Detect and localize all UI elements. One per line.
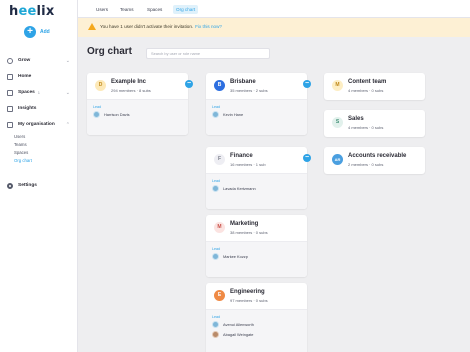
sidebar-item-my-organisation[interactable]: My organisation ⌃: [0, 119, 78, 130]
lead-label: Lead: [212, 247, 220, 251]
collapse-toggle-icon[interactable]: −: [185, 80, 193, 88]
avatar: [93, 111, 100, 118]
team-avatar: E: [214, 290, 225, 301]
sidebar: heelix + Add Grow ⌄ Home Spaces 1 ⌄ Insi…: [0, 0, 78, 352]
team-meta: 16 members · 1 sub: [230, 162, 266, 167]
chevron-down-icon[interactable]: ⌄: [66, 90, 70, 96]
org-card-sales[interactable]: S Sales 4 members · 0 subs: [324, 110, 425, 137]
team-meta: 4 members · 0 subs: [348, 125, 384, 130]
avatar: [212, 111, 219, 118]
org-card-content-team[interactable]: M Content team 4 members · 0 subs: [324, 73, 425, 100]
team-avatar: M: [214, 222, 225, 233]
lead-person[interactable]: Lavada Kertzmann: [212, 185, 256, 192]
sidebar-item-insights[interactable]: Insights: [0, 103, 78, 114]
chevron-up-icon[interactable]: ⌃: [66, 122, 70, 128]
tab-teams[interactable]: Teams: [117, 5, 137, 14]
avatar: [212, 331, 219, 338]
organisation-icon: [7, 121, 13, 128]
collapse-toggle-icon[interactable]: −: [303, 80, 311, 88]
team-meta: 38 members · 0 subs: [230, 230, 268, 235]
sidebar-item-home[interactable]: Home: [0, 71, 78, 82]
lead-person[interactable]: Harrison Davis: [93, 111, 130, 118]
lead-person[interactable]: Kevin Hane: [212, 111, 243, 118]
org-card-marketing[interactable]: M Marketing 38 members · 0 subs Lead Mar…: [206, 215, 307, 277]
lead-person[interactable]: Avenui Allenworth: [212, 321, 254, 328]
team-name: Brisbane: [230, 79, 256, 85]
sidebar-nav: Grow ⌄ Home Spaces 1 ⌄ Insights My organ…: [0, 55, 78, 169]
team-avatar: F: [214, 154, 225, 165]
sidebar-item-settings[interactable]: Settings: [0, 180, 78, 191]
team-name: Example Inc: [111, 79, 147, 85]
chevron-down-icon[interactable]: ⌄: [66, 58, 70, 64]
organisation-sub-menu: Users Teams Spaces Org chart: [0, 133, 78, 165]
org-card-engineering[interactable]: E Engineering 97 members · 0 subs Lead A…: [206, 283, 307, 352]
lead-label: Lead: [212, 105, 220, 109]
invitation-warning-banner: You have 1 user didn't activate their in…: [78, 18, 470, 37]
team-meta: 97 members · 0 subs: [230, 298, 268, 303]
org-card-accounts-receivable[interactable]: AR Accounts receivable 2 members · 0 sub…: [324, 147, 425, 174]
avatar: [212, 321, 219, 328]
lead-label: Lead: [212, 315, 220, 319]
lead-label: Lead: [93, 105, 101, 109]
heelix-logo[interactable]: heelix: [9, 4, 54, 19]
sidebar-item-spaces[interactable]: Spaces 1 ⌄: [0, 87, 78, 98]
team-meta: 4 members · 0 subs: [348, 88, 384, 93]
spaces-count-badge: 1: [37, 90, 40, 95]
add-button[interactable]: + Add: [24, 26, 50, 38]
team-name: Marketing: [230, 221, 259, 227]
sidebar-sub-item-teams[interactable]: Teams: [14, 141, 78, 149]
team-avatar: D: [95, 80, 106, 91]
insights-icon: [7, 105, 13, 112]
sidebar-sub-item-spaces[interactable]: Spaces: [14, 149, 78, 157]
lead-person[interactable]: Abagail Weingate: [212, 331, 253, 338]
grow-icon: [7, 57, 13, 64]
gear-icon: [7, 182, 13, 189]
sidebar-sub-item-org-chart[interactable]: Org chart: [14, 157, 78, 165]
spaces-icon: [7, 89, 13, 96]
org-card-brisbane[interactable]: B Brisbane 35 members · 2 subs Lead Kevi…: [206, 73, 307, 135]
tab-org-chart[interactable]: Org chart: [173, 5, 199, 14]
lead-person[interactable]: Markee Kozzp: [212, 253, 248, 260]
top-tab-bar: Users Teams Spaces Org chart: [78, 0, 470, 18]
fix-now-link[interactable]: Fix this now?: [195, 24, 222, 29]
tab-users[interactable]: Users: [93, 5, 111, 14]
sidebar-item-grow[interactable]: Grow ⌄: [0, 55, 78, 66]
warning-text: You have 1 user didn't activate their in…: [100, 24, 194, 29]
team-avatar: S: [332, 117, 343, 128]
search-input[interactable]: Search by user or role name: [146, 48, 270, 59]
team-name: Engineering: [230, 289, 265, 295]
avatar: [212, 253, 219, 260]
team-avatar: B: [214, 80, 225, 91]
team-name: Finance: [230, 153, 253, 159]
team-name: Sales: [348, 116, 364, 122]
team-avatar: AR: [332, 154, 343, 165]
team-meta: 294 members · 8 subs: [111, 88, 151, 93]
team-meta: 2 members · 0 subs: [348, 162, 384, 167]
plus-icon[interactable]: +: [24, 26, 36, 38]
team-avatar: M: [332, 80, 343, 91]
warning-icon: [88, 23, 96, 30]
home-icon: [7, 73, 13, 80]
team-name: Accounts receivable: [348, 153, 407, 159]
collapse-toggle-icon[interactable]: −: [303, 154, 311, 162]
org-card-finance[interactable]: F Finance 16 members · 1 sub Lead Lavada…: [206, 147, 307, 209]
page-title: Org chart: [87, 46, 133, 57]
team-name: Content team: [348, 79, 387, 85]
team-meta: 35 members · 2 subs: [230, 88, 268, 93]
lead-label: Lead: [212, 179, 220, 183]
org-card-example-inc[interactable]: D Example Inc 294 members · 8 subs Lead …: [87, 73, 188, 135]
avatar: [212, 185, 219, 192]
tab-spaces[interactable]: Spaces: [144, 5, 165, 14]
sidebar-sub-item-users[interactable]: Users: [14, 133, 78, 141]
